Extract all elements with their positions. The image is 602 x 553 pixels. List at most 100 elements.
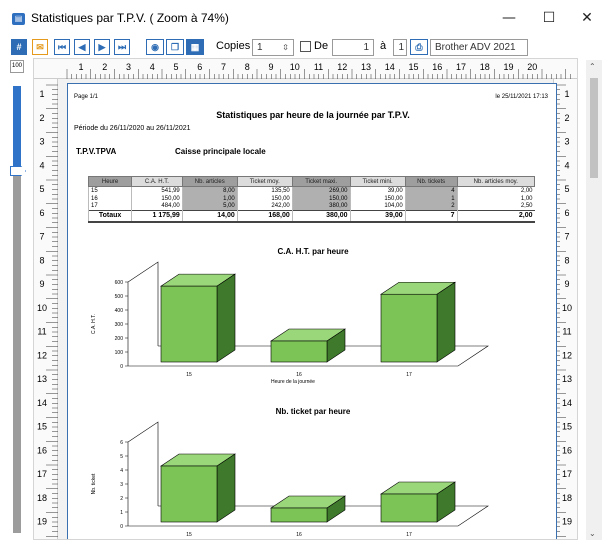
- table-row: 15 541,99 8,00 135,50 269,00 39,00 4 2,00: [87, 186, 535, 195]
- minimize-button[interactable]: —: [494, 8, 524, 28]
- x-tick-label: 17: [406, 372, 412, 378]
- table-cell: 1,00: [456, 194, 535, 203]
- ruler-number: 11: [37, 327, 46, 337]
- table-cell: 4: [404, 186, 458, 195]
- ruler-number: 8: [39, 255, 44, 265]
- de-checkbox[interactable]: [300, 41, 311, 52]
- ruler-number: 12: [37, 350, 47, 360]
- y-tick-label: 600: [115, 280, 124, 286]
- to-page-input[interactable]: 1: [393, 39, 407, 56]
- ruler-number: 8: [564, 255, 569, 265]
- table-cell: 8,00: [181, 186, 238, 195]
- tpv-code: T.P.V.TPVA: [76, 147, 117, 156]
- table-cell: 2,50: [456, 202, 535, 211]
- tpv-name: Caisse principale locale: [175, 147, 266, 156]
- a-label: à: [380, 40, 387, 52]
- totals-cell: 380,00: [291, 210, 351, 223]
- y-axis-label: Nb. ticket: [91, 473, 97, 494]
- ruler-number: 14: [562, 398, 572, 408]
- ruler-number: 9: [268, 62, 273, 72]
- column-header: Nb. articles moy.: [456, 176, 536, 187]
- ruler-number: 20: [527, 62, 537, 72]
- scroll-up-icon[interactable]: ⌃: [589, 62, 596, 71]
- ruler-number: 17: [562, 469, 572, 479]
- ruler-number: 14: [37, 398, 47, 408]
- bar: [380, 293, 438, 363]
- ruler-number: 2: [102, 62, 107, 72]
- table-cell: 15: [87, 186, 132, 195]
- ruler-number: 7: [221, 62, 226, 72]
- ruler-number: 3: [126, 62, 131, 72]
- ruler-number: 18: [37, 493, 47, 503]
- bar-side: [216, 273, 236, 363]
- table-cell: 104,00: [349, 202, 406, 211]
- next-page-icon[interactable]: ▶: [94, 39, 110, 55]
- ruler-number: 1: [78, 62, 83, 72]
- x-tick-label: 16: [296, 532, 302, 538]
- ruler-ticks: 1 2 3 4 5 6 7 8 9 10 11 12 13 14 15 16 17 18 19 20: [66, 62, 571, 79]
- zoom-slider-handle[interactable]: [10, 166, 26, 176]
- scrollbar-thumb[interactable]: [590, 78, 598, 178]
- y-axis-label: C.A. H.T.: [91, 314, 97, 334]
- print-icon[interactable]: ▦: [186, 39, 204, 55]
- ruler-number: 16: [432, 62, 442, 72]
- column-header: Nb. tickets: [404, 176, 458, 187]
- camera-icon[interactable]: ◉: [146, 39, 164, 55]
- ruler-number: 17: [456, 62, 466, 72]
- x-axis-label: Heure de la journée: [271, 539, 315, 540]
- from-page-input[interactable]: 1: [332, 39, 374, 56]
- table-cell: 150,00: [131, 194, 183, 203]
- report-date: le 25/11/2021 17:13: [495, 94, 548, 100]
- column-header: Ticket moy.: [236, 176, 293, 187]
- ruler-number: 6: [39, 208, 44, 218]
- ruler-number: 4: [564, 160, 569, 170]
- ruler-number: 19: [503, 62, 513, 72]
- chart-left-wall: [127, 261, 159, 366]
- maximize-button[interactable]: ☐: [534, 8, 564, 28]
- totals-row: Totaux 1 175,99 14,00 168,00 380,00 39,00 7 2,0…: [87, 210, 535, 223]
- prev-page-icon[interactable]: ◀: [74, 39, 90, 55]
- table-cell: 2,00: [456, 186, 535, 195]
- column-header: Ticket mini.: [349, 176, 406, 187]
- ruler-number: 5: [173, 62, 178, 72]
- ruler-number: 7: [39, 232, 44, 242]
- close-button[interactable]: ✕: [572, 8, 602, 28]
- spinner-icon[interactable]: ⇳: [282, 40, 289, 55]
- y-tick-label: 0: [120, 364, 123, 370]
- x-tick-label: 17: [406, 532, 412, 538]
- bar: [380, 493, 438, 523]
- last-page-icon[interactable]: ⏭: [114, 39, 130, 55]
- report-page: Page 1/1 le 25/11/2021 17:13 Statistique…: [67, 83, 557, 540]
- copies-input[interactable]: 1 ⇳: [252, 39, 294, 56]
- mail-icon[interactable]: ✉: [32, 39, 48, 55]
- y-tick-label: 2: [120, 496, 123, 502]
- vertical-scrollbar[interactable]: ⌃ ⌄: [586, 60, 602, 540]
- ruler-number: 10: [37, 303, 47, 313]
- bar: [160, 285, 218, 363]
- totals-cell: 2,00: [456, 210, 535, 223]
- left-ruler-ticks: 12345678910111213141516171819: [37, 84, 58, 537]
- scroll-down-icon[interactable]: ⌄: [589, 529, 596, 538]
- ruler-number: 7: [564, 232, 569, 242]
- ruler-number: 4: [39, 160, 44, 170]
- table-cell: 269,00: [291, 186, 351, 195]
- table-cell: 150,00: [236, 194, 293, 203]
- ruler-number: 13: [562, 374, 572, 384]
- bar-side: [436, 281, 456, 363]
- zoom-track-fill: [13, 86, 21, 166]
- page-number: Page 1/1: [74, 94, 99, 100]
- table-body: 15 541,99 8,00 135,50 269,00 39,00 4 2,00 16 150,…: [87, 186, 535, 223]
- chart-nb-ticket: Nb. ticket par heure 0 1 2 3 4 5 6 Nb. ticket 15 1…: [91, 407, 489, 540]
- printer-select[interactable]: Brother ADV 2021: [430, 39, 528, 56]
- hash-icon[interactable]: #: [11, 39, 27, 55]
- table-cell: 380,00: [291, 202, 351, 211]
- y-tick-label: 4: [120, 468, 123, 474]
- printer-settings-icon[interactable]: ⎙: [410, 39, 428, 55]
- copy-icon[interactable]: ❐: [166, 39, 184, 55]
- first-page-icon[interactable]: ⏮: [54, 39, 70, 55]
- title-bar: ▤ Statistiques par T.P.V. ( Zoom à 74%) …: [0, 0, 602, 36]
- totals-cell: 14,00: [181, 210, 238, 223]
- ruler-number: 12: [562, 350, 572, 360]
- preview-viewport[interactable]: 1 2 3 4 5 6 7 8 9 10 11 12 13 14 15 16 17 18 19 20 12345678…: [33, 58, 578, 540]
- ruler-number: 1: [564, 89, 569, 99]
